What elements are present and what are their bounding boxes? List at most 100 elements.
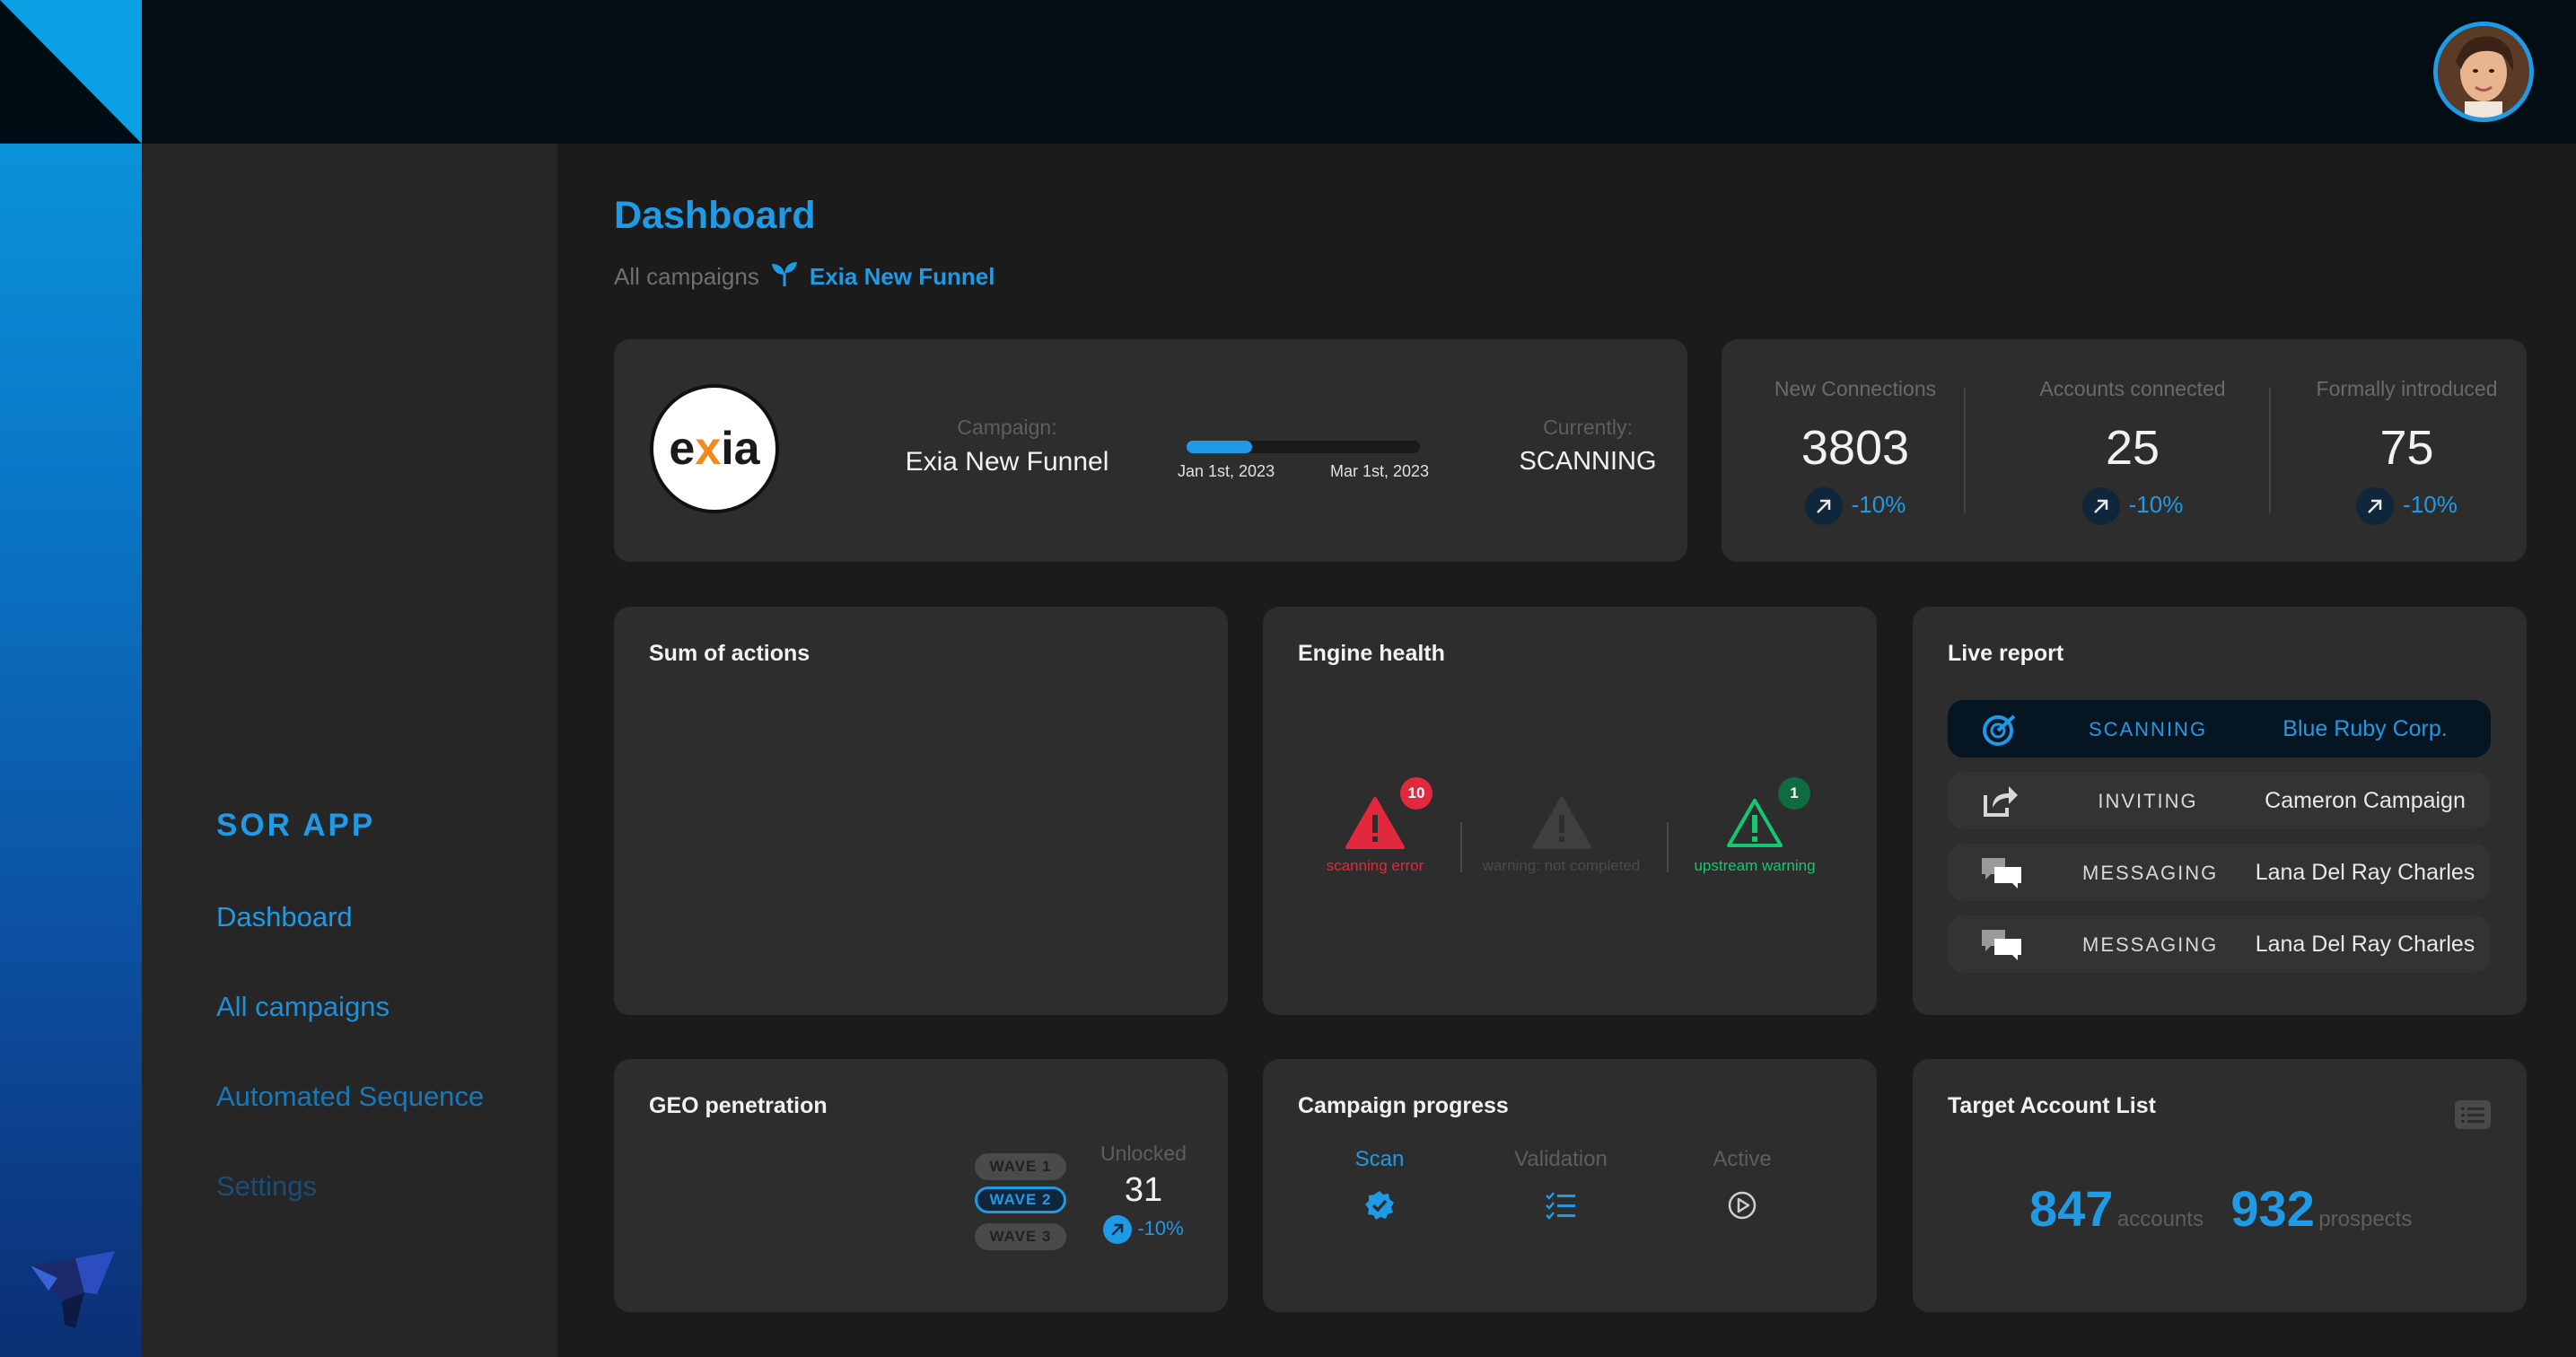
sidebar-item-settings[interactable]: Settings [216, 1170, 317, 1203]
wave-chip-2[interactable]: WAVE 2 [975, 1186, 1066, 1213]
count-badge: 1 [1778, 777, 1810, 810]
health-divider [1460, 822, 1462, 872]
timeline-progress [1187, 441, 1252, 453]
stat-value: 25 [2105, 421, 2160, 475]
card-title: Campaign progress [1298, 1093, 1509, 1118]
breadcrumb: All campaigns Exia New Funnel [614, 260, 994, 293]
card-title: Sum of actions [649, 641, 810, 666]
warning-triangle-icon [1345, 797, 1405, 849]
health-item-scanning-error[interactable]: 10 scanning error [1312, 777, 1438, 875]
stat-accounts-connected: Accounts connected 25 -10% [1982, 339, 2283, 560]
card-title: GEO penetration [649, 1093, 828, 1118]
live-row[interactable]: MESSAGING Lana Del Ray Charles [1948, 844, 2491, 901]
stat-label: Formally introduced [2316, 377, 2498, 400]
arrow-up-right-icon [2081, 487, 2120, 525]
unlocked-block: Unlocked 31 -10% [1090, 1142, 1197, 1244]
list-icon[interactable] [2455, 1100, 2491, 1134]
live-row[interactable]: MESSAGING Lana Del Ray Charles [1948, 915, 2491, 973]
warning-triangle-icon [1727, 799, 1783, 847]
stat-divider [1964, 388, 1966, 513]
timeline-start: Jan 1st, 2023 [1178, 462, 1275, 480]
health-item-upstream-warning[interactable]: 1 upstream warning [1683, 777, 1827, 875]
accounts-value: 847 [2029, 1180, 2114, 1237]
target-counts: 847 accounts 932 prospects [2029, 1179, 2412, 1238]
live-status: MESSAGING [2082, 862, 2219, 884]
wave-selector: WAVE 1 WAVE 2 WAVE 3 [975, 1153, 1066, 1252]
stat-value: 3803 [1801, 421, 1910, 475]
campaign-logo: exia [650, 384, 779, 513]
count-badge: 10 [1400, 777, 1433, 810]
live-status: SCANNING [2088, 718, 2208, 740]
stat-new-connections: New Connections 3803 -10% [1722, 339, 1989, 560]
geo-penetration-card: GEO penetration WAVE 1 WAVE 2 WAVE 3 Unl… [614, 1059, 1228, 1312]
live-name: Lana Del Ray Charles [2255, 860, 2475, 885]
stats-card: New Connections 3803 -10% Accounts conne… [1722, 339, 2527, 562]
live-name: Blue Ruby Corp. [2282, 716, 2448, 741]
sprout-icon [770, 260, 799, 293]
play-circle-icon [1728, 1191, 1757, 1220]
stat-delta: -10% [1982, 487, 2283, 525]
timeline-end: Mar 1st, 2023 [1330, 462, 1430, 480]
stat-delta-value: -10% [2128, 490, 2184, 518]
live-row[interactable]: SCANNING Blue Ruby Corp. [1948, 700, 2491, 757]
checklist-icon [1546, 1192, 1575, 1220]
step-scan[interactable]: Scan [1308, 1147, 1451, 1225]
prospects-value: 932 [2230, 1180, 2315, 1237]
health-label: warning: not completed [1482, 857, 1641, 874]
health-label: scanning error [1326, 857, 1424, 874]
stat-value: 75 [2379, 421, 2434, 475]
unlocked-value: 31 [1124, 1171, 1163, 1209]
health-label: upstream warning [1694, 857, 1816, 874]
step-validation[interactable]: Validation [1489, 1147, 1633, 1225]
prospects-label: prospects [2318, 1207, 2413, 1231]
sidebar-item-automated-sequence[interactable]: Automated Sequence [216, 1081, 484, 1113]
campaign-progress-card: Campaign progress Scan Validation Active [1263, 1059, 1877, 1312]
step-label: Validation [1514, 1147, 1608, 1171]
main-content: Dashboard All campaigns Exia New Funnel … [557, 144, 2576, 1357]
health-divider [1667, 822, 1669, 872]
user-avatar[interactable] [2433, 22, 2534, 122]
currently-value: SCANNING [1519, 447, 1657, 476]
arrow-up-right-icon [1804, 487, 1843, 525]
unlocked-delta-value: -10% [1137, 1216, 1184, 1239]
top-bar [142, 0, 2576, 144]
stat-delta-value: -10% [2403, 490, 2458, 518]
warning-triangle-icon [1531, 797, 1591, 849]
step-label: Active [1713, 1147, 1772, 1171]
sidebar-item-all-campaigns[interactable]: All campaigns [216, 991, 390, 1023]
campaign-name-block: Campaign: Exia New Funnel [872, 416, 1142, 477]
sidebar: SOR APP Dashboard All campaigns Automate… [142, 144, 557, 1357]
live-status: INVITING [2098, 790, 2198, 812]
current-status-block: Currently: SCANNING [1511, 416, 1664, 477]
stat-formally-introduced: Formally introduced 75 -10% [2287, 339, 2527, 560]
arrow-up-right-icon [2356, 487, 2395, 525]
step-active[interactable]: Active [1670, 1147, 1814, 1225]
live-report-card: Live report SCANNING Blue Ruby Corp. INV… [1913, 607, 2527, 1015]
breadcrumb-current[interactable]: Exia New Funnel [810, 263, 995, 291]
stat-label: New Connections [1774, 377, 1937, 400]
unlocked-label: Unlocked [1100, 1142, 1187, 1165]
wave-chip-1[interactable]: WAVE 1 [975, 1153, 1066, 1180]
live-row[interactable]: INVITING Cameron Campaign [1948, 772, 2491, 829]
share-icon [1984, 786, 2018, 817]
chat-icon [1982, 930, 2021, 960]
page-title: Dashboard [614, 194, 816, 237]
brand-corner [0, 0, 142, 144]
arrow-up-right-icon [1103, 1215, 1133, 1244]
stat-delta: -10% [1722, 487, 1989, 525]
brand-strip [0, 0, 142, 1357]
campaign-name: Exia New Funnel [905, 447, 1109, 477]
sidebar-item-dashboard[interactable]: Dashboard [216, 901, 353, 933]
live-name: Cameron Campaign [2265, 788, 2466, 813]
wave-chip-3[interactable]: WAVE 3 [975, 1223, 1066, 1250]
stat-divider [2269, 388, 2271, 513]
target-account-list-card: Target Account List 847 accounts 932 pro… [1913, 1059, 2527, 1312]
breadcrumb-root[interactable]: All campaigns [614, 263, 759, 291]
check-badge-icon [1365, 1191, 1394, 1220]
health-item-warning-not-completed[interactable]: warning: not completed [1469, 795, 1653, 875]
stat-delta-value: -10% [1851, 490, 1906, 518]
live-status: MESSAGING [2082, 933, 2219, 956]
sum-of-actions-card: Sum of actions [614, 607, 1228, 1015]
step-label: Scan [1354, 1147, 1405, 1171]
campaign-summary-card: exia Campaign: Exia New Funnel Jan 1st, … [614, 339, 1687, 562]
